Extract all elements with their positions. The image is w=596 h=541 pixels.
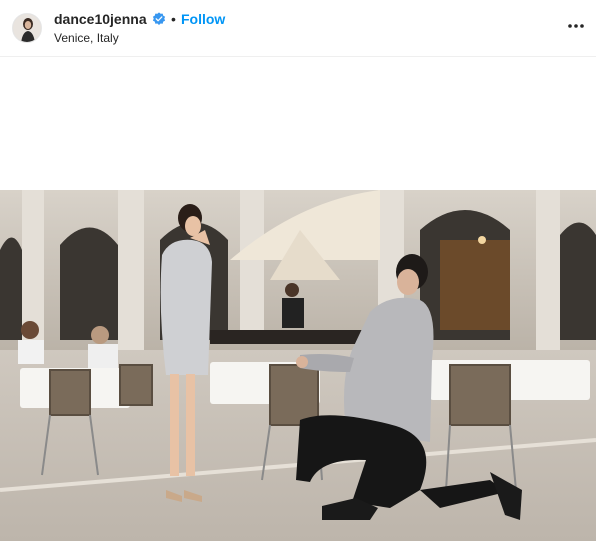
location-link[interactable]: Venice, Italy xyxy=(54,30,119,46)
username[interactable]: dance10jenna xyxy=(54,10,147,28)
post-header: dance10jenna • Follow Venice, Italy xyxy=(0,0,596,57)
avatar-image xyxy=(13,14,41,42)
post-photo[interactable] xyxy=(0,190,596,541)
verified-badge-icon xyxy=(152,12,166,25)
separator-dot: • xyxy=(171,11,176,27)
follow-button[interactable]: Follow xyxy=(181,10,225,28)
more-options-icon[interactable] xyxy=(566,16,586,36)
proposal-photo-illustration xyxy=(0,190,596,541)
avatar[interactable] xyxy=(12,13,42,43)
